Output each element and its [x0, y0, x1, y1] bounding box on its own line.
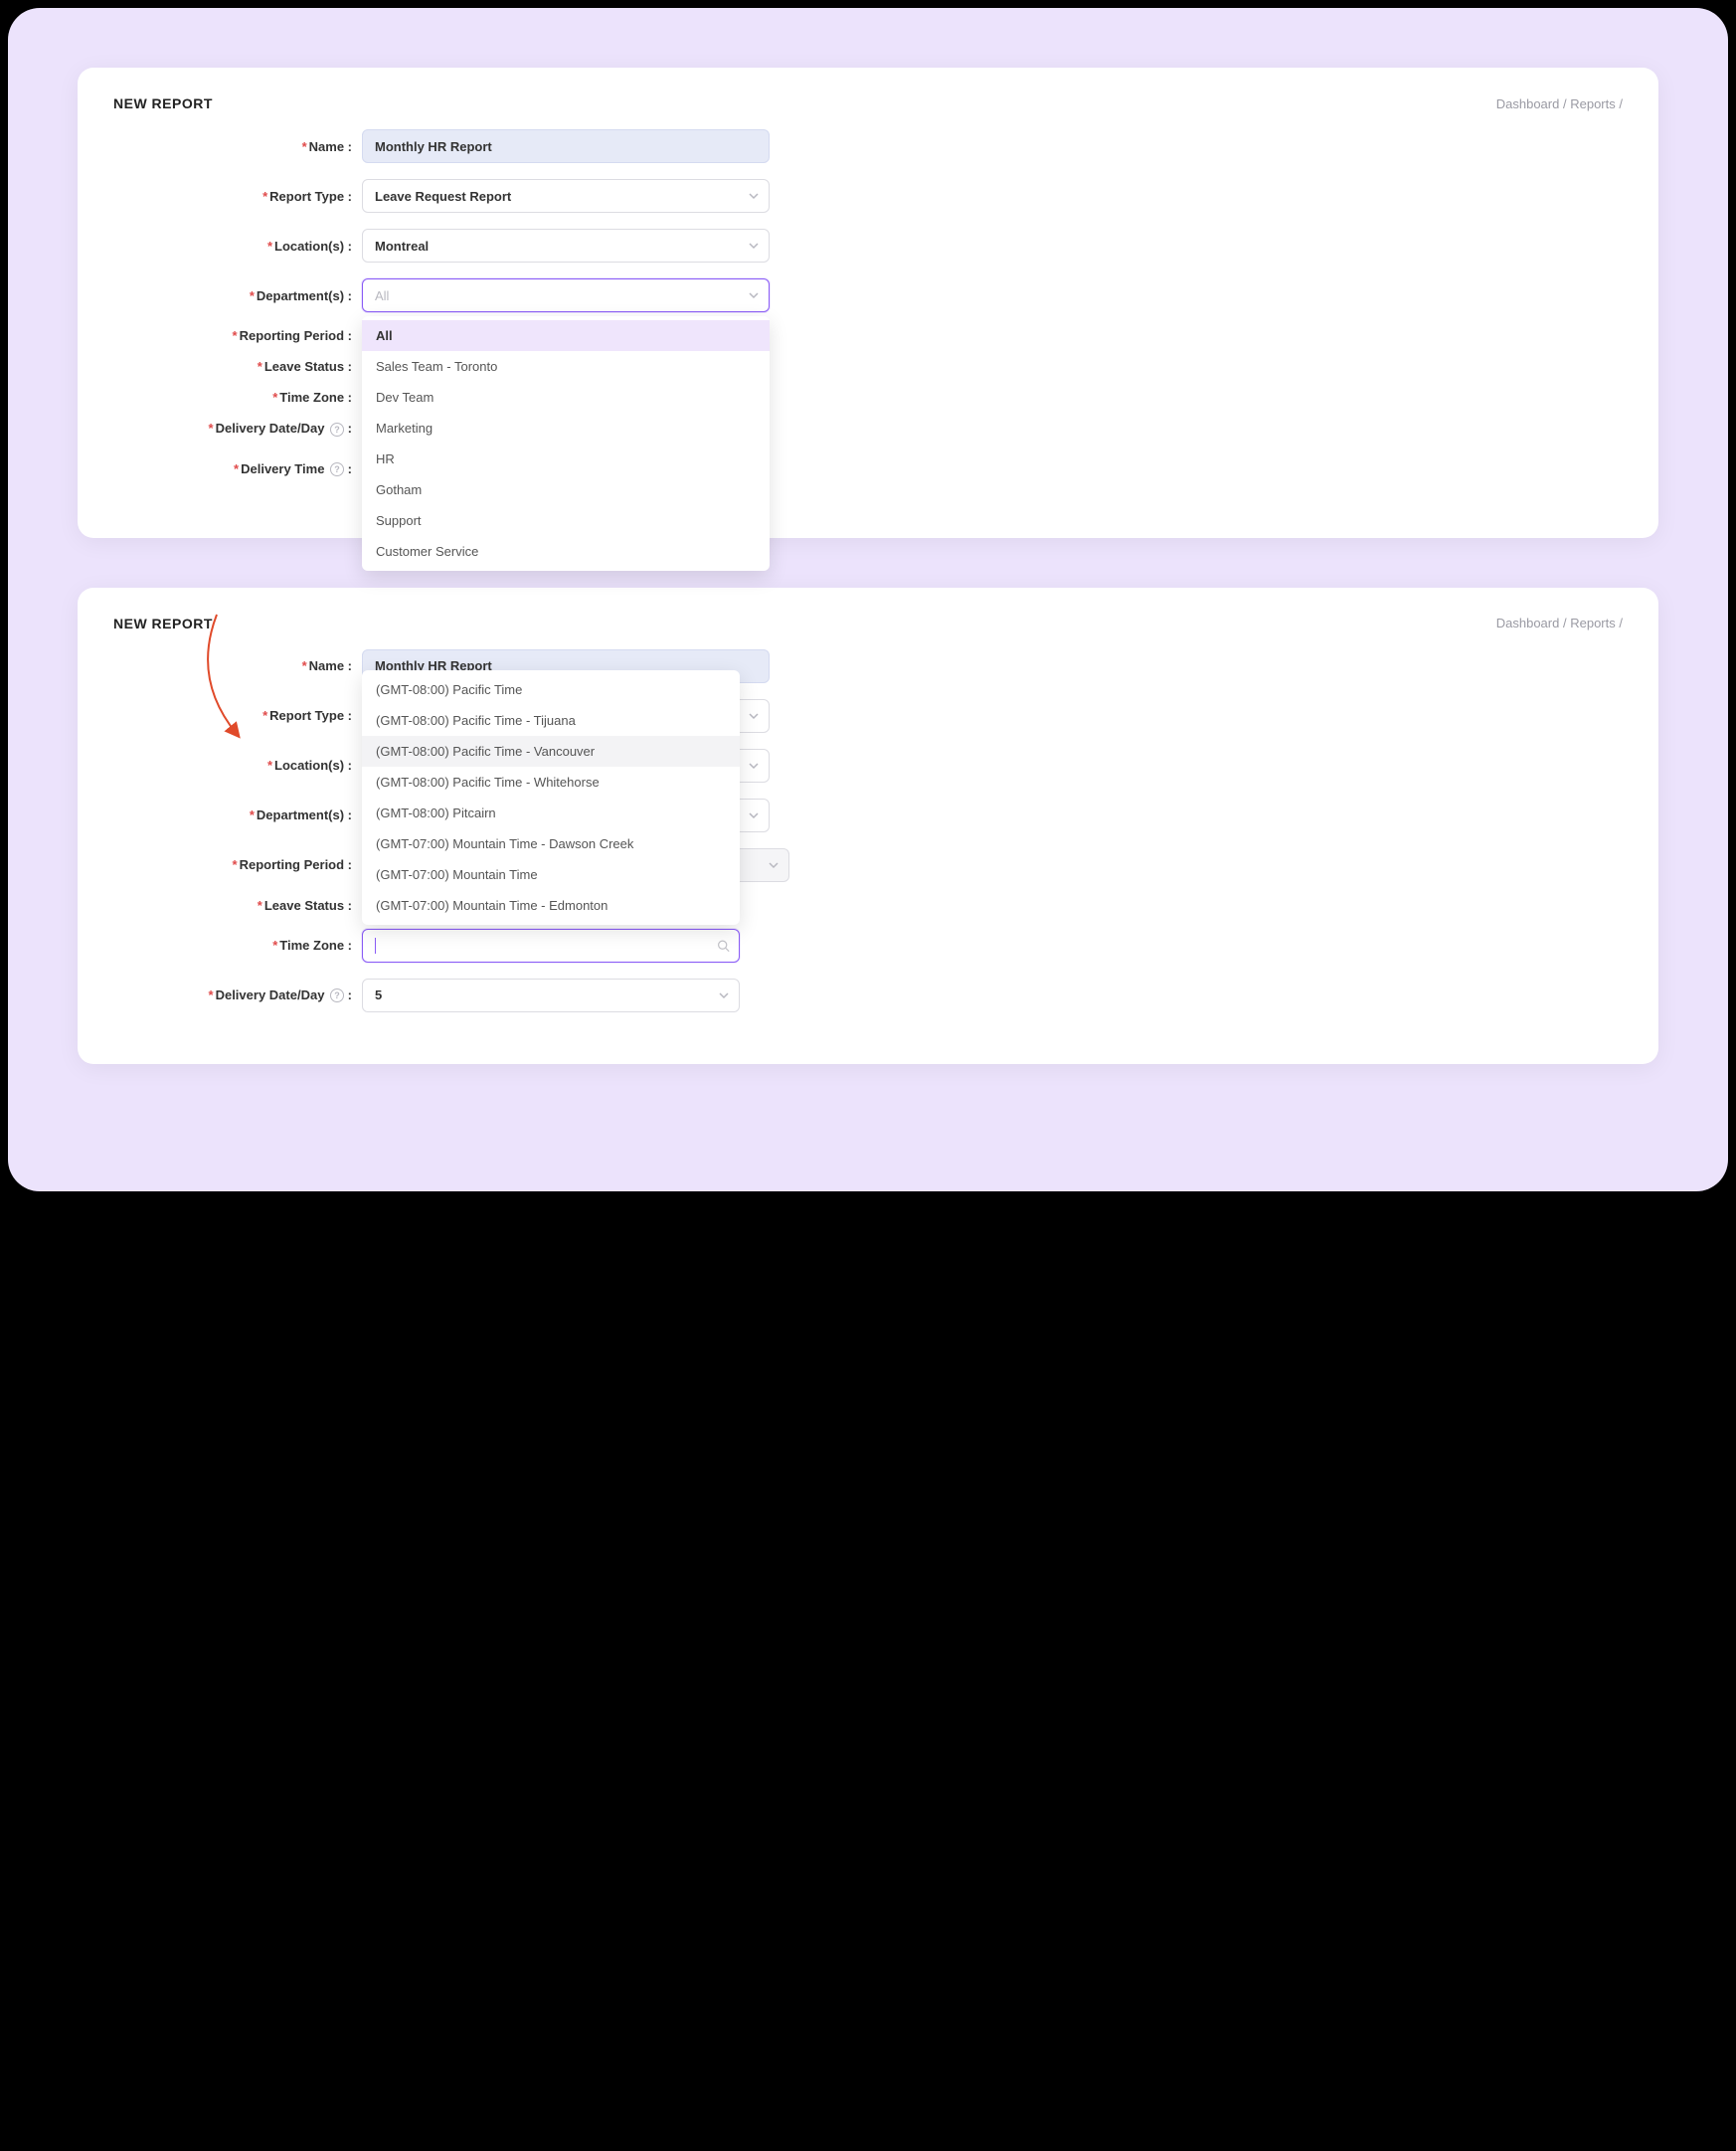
dropdown-option[interactable]: Customer Service [362, 536, 770, 567]
help-icon[interactable]: ? [330, 988, 344, 1002]
dropdown-option[interactable]: (GMT-07:00) Mountain Time [362, 859, 740, 890]
chevron-down-icon [749, 810, 759, 820]
label-name: *Name : [113, 658, 362, 673]
label-delivery-date: *Delivery Date/Day ? : [113, 987, 362, 1003]
chevron-down-icon [749, 191, 759, 201]
label-time-zone: *Time Zone : [113, 938, 362, 953]
delivery-date-select[interactable]: 5 [362, 979, 740, 1012]
chevron-down-icon [749, 711, 759, 721]
dropdown-option[interactable]: Support [362, 505, 770, 536]
dropdown-option[interactable]: (GMT-07:00) Mountain Time - Dawson Creek [362, 828, 740, 859]
new-report-card-1: NEW REPORT Dashboard / Reports / *Name :… [78, 68, 1658, 538]
dropdown-option[interactable]: Marketing [362, 413, 770, 444]
page-title: NEW REPORT [113, 95, 213, 111]
help-icon[interactable]: ? [330, 423, 344, 437]
dropdown-option[interactable]: Dev Team [362, 382, 770, 413]
label-delivery-time: *Delivery Time ? : [113, 461, 362, 477]
label-delivery-date: *Delivery Date/Day ? : [113, 421, 362, 437]
label-leave-status: *Leave Status : [113, 359, 362, 374]
dropdown-option[interactable]: (GMT-08:00) Pitcairn [362, 798, 740, 828]
dropdown-option[interactable]: (GMT-08:00) Pacific Time [362, 674, 740, 705]
breadcrumb-sep: / [1619, 616, 1623, 630]
label-report-type: *Report Type : [113, 189, 362, 204]
breadcrumb-sep: / [1563, 96, 1567, 111]
label-locations: *Location(s) : [113, 239, 362, 254]
timezone-search-input[interactable] [362, 929, 740, 963]
label-departments: *Department(s) : [113, 807, 362, 822]
label-reporting-period: *Reporting Period : [113, 328, 362, 343]
breadcrumb-sep: / [1563, 616, 1567, 630]
label-departments: *Department(s) : [113, 288, 362, 303]
chevron-down-icon [719, 990, 729, 1000]
dropdown-option[interactable]: (GMT-08:00) Pacific Time - Vancouver [362, 736, 740, 767]
breadcrumb-reports[interactable]: Reports [1570, 616, 1616, 630]
dropdown-option[interactable]: Gotham [362, 474, 770, 505]
breadcrumb-reports[interactable]: Reports [1570, 96, 1616, 111]
dropdown-option[interactable]: (GMT-08:00) Pacific Time - Tijuana [362, 705, 740, 736]
label-report-type: *Report Type : [113, 708, 362, 723]
chevron-down-icon [749, 241, 759, 251]
dropdown-option[interactable]: (GMT-08:00) Pacific Time - Whitehorse [362, 767, 740, 798]
chevron-down-icon [749, 761, 759, 771]
label-reporting-period: *Reporting Period : [113, 857, 362, 872]
label-name: *Name : [113, 139, 362, 154]
new-report-card-2: NEW REPORT Dashboard / Reports / *Name :… [78, 588, 1658, 1064]
dropdown-option[interactable]: All [362, 320, 770, 351]
name-input[interactable]: Monthly HR Report [362, 129, 770, 163]
chevron-down-icon [769, 860, 779, 870]
breadcrumb-dashboard[interactable]: Dashboard [1496, 96, 1560, 111]
help-icon[interactable]: ? [330, 462, 344, 476]
label-leave-status: *Leave Status : [113, 898, 362, 913]
dropdown-option[interactable]: HR [362, 444, 770, 474]
label-time-zone: *Time Zone : [113, 390, 362, 405]
page-title: NEW REPORT [113, 616, 213, 631]
breadcrumb-sep: / [1619, 96, 1623, 111]
report-type-select[interactable]: Leave Request Report [362, 179, 770, 213]
dropdown-option[interactable]: Sales Team - Toronto [362, 351, 770, 382]
chevron-down-icon [749, 290, 759, 300]
timezone-dropdown: (GMT-08:00) Pacific Time(GMT-08:00) Paci… [362, 670, 740, 925]
search-icon [717, 939, 730, 952]
breadcrumb: Dashboard / Reports / [1496, 96, 1623, 111]
locations-select[interactable]: Montreal [362, 229, 770, 263]
breadcrumb: Dashboard / Reports / [1496, 616, 1623, 630]
departments-select[interactable]: All [362, 278, 770, 312]
departments-dropdown: AllSales Team - TorontoDev TeamMarketing… [362, 316, 770, 571]
dropdown-option[interactable]: (GMT-07:00) Mountain Time - Edmonton [362, 890, 740, 921]
label-locations: *Location(s) : [113, 758, 362, 773]
breadcrumb-dashboard[interactable]: Dashboard [1496, 616, 1560, 630]
